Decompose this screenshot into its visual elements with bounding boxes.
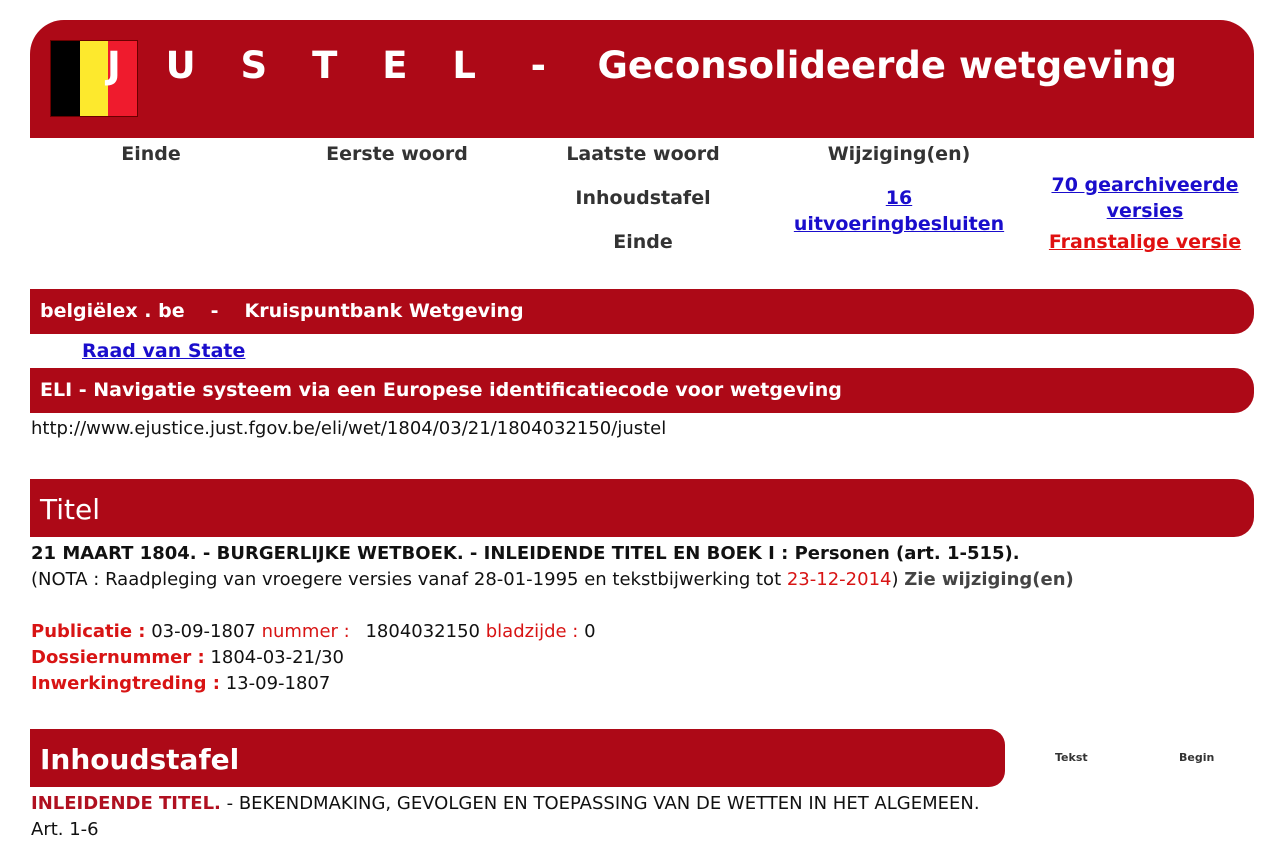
nav-inhoudstafel[interactable]: Inhoudstafel <box>542 185 744 211</box>
belgielex-site[interactable]: belgiëlex . be <box>40 300 185 322</box>
document-nota: (NOTA : Raadpleging van vroegere versies… <box>31 569 1074 590</box>
raad-van-state-link[interactable]: Raad van State <box>82 340 245 362</box>
toc-entry-text: - BEKENDMAKING, GEVOLGEN EN TOEPASSING V… <box>220 793 980 814</box>
inhoudstafel-bar: Inhoudstafel <box>30 729 1005 787</box>
publicatie-label: Publicatie : <box>31 621 146 642</box>
nav-franstalige-versie-link[interactable]: Franstalige versie <box>1044 229 1246 255</box>
nav-eerste-woord[interactable]: Eerste woord <box>296 141 498 167</box>
nav-wijzigingen[interactable]: Wijziging(en) <box>798 141 1000 167</box>
justel-brand: J U S T E L <box>106 44 492 87</box>
nav-uitvoeringsbesluiten-link[interactable]: 16 uitvoeringbesluiten <box>778 185 1020 237</box>
belgielex-separator: - <box>210 300 219 322</box>
nota-prefix: (NOTA : Raadpleging van vroegere versies… <box>31 569 787 590</box>
dossier-label: Dossiernummer : <box>31 647 205 668</box>
title-separator: - <box>530 44 546 87</box>
document-heading: 21 MAART 1804. - BURGERLIJKE WETBOEK. - … <box>31 543 1020 564</box>
toc-entry-articles[interactable]: Art. 1-6 <box>31 819 99 840</box>
inwerking-label: Inwerkingtreding : <box>31 673 220 694</box>
toc-entry-label[interactable]: INLEIDENDE TITEL. <box>31 793 221 814</box>
zie-wijzigingen-link[interactable]: Zie wijziging(en) <box>904 569 1074 590</box>
nav-laatste-woord[interactable]: Laatste woord <box>542 141 744 167</box>
eli-bar: ELI - Navigatie systeem via een Europese… <box>30 368 1254 413</box>
tekst-link[interactable]: Tekst <box>1055 751 1088 764</box>
nav-einde-bottom[interactable]: Einde <box>542 229 744 255</box>
publicatie-value: 03-09-1807 <box>151 621 256 642</box>
publicatie-row: Publicatie : 03-09-1807 nummer : 1804032… <box>31 621 596 642</box>
eli-url: http://www.ejustice.just.fgov.be/eli/wet… <box>31 418 667 439</box>
nota-date: 23-12-2014 <box>786 569 892 590</box>
belgielex-bar: belgiëlex . be - Kruispuntbank Wetgeving <box>30 289 1254 334</box>
begin-link[interactable]: Begin <box>1179 751 1214 764</box>
bladzijde-label: bladzijde : <box>485 621 579 642</box>
nummer-value: 1804032150 <box>365 621 480 642</box>
nav-gearchiveerde-versies-link[interactable]: 70 gearchiveerde versies <box>1044 172 1246 224</box>
toc-entry: INLEIDENDE TITEL. - BEKENDMAKING, GEVOLG… <box>31 793 980 814</box>
belgielex-label: Kruispuntbank Wetgeving <box>244 300 524 322</box>
inwerking-value: 13-09-1807 <box>225 673 331 694</box>
dossier-value: 1804-03-21/30 <box>210 647 344 668</box>
header-banner: J U S T E L - Geconsolideerde wetgeving <box>30 20 1254 138</box>
bladzijde-value: 0 <box>584 621 596 642</box>
inwerking-row: Inwerkingtreding : 13-09-1807 <box>31 673 330 694</box>
title-subtitle: Geconsolideerde wetgeving <box>597 44 1178 87</box>
nota-suffix: ) <box>891 569 899 590</box>
titel-bar: Titel <box>30 479 1254 537</box>
nav-einde-top[interactable]: Einde <box>70 141 232 167</box>
page-title: J U S T E L - Geconsolideerde wetgeving <box>30 44 1254 87</box>
dossier-row: Dossiernummer : 1804-03-21/30 <box>31 647 344 668</box>
nummer-label: nummer : <box>261 621 350 642</box>
